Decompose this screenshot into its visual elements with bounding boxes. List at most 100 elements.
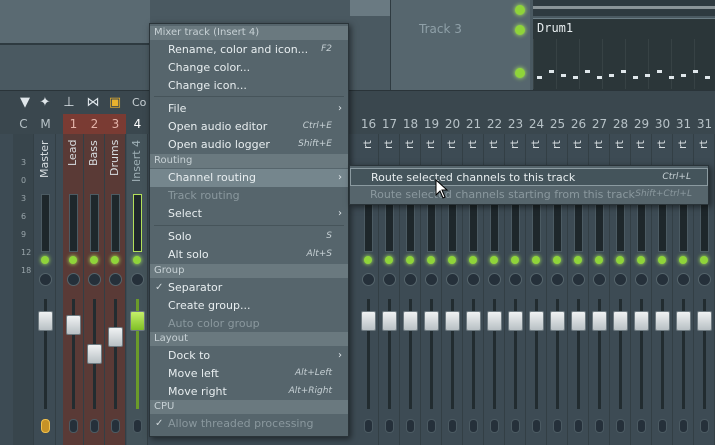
- channel-header-28[interactable]: 29: [631, 117, 652, 131]
- send-switch[interactable]: [90, 419, 99, 433]
- level-meter: [90, 194, 99, 252]
- menu-item-solo[interactable]: Solo S: [150, 228, 348, 246]
- channel-header-24[interactable]: 25: [547, 117, 568, 131]
- menu-item-select[interactable]: Select ›: [150, 205, 348, 223]
- chevron-right-icon: ›: [338, 208, 342, 219]
- pattern-clip-top[interactable]: [533, 0, 715, 16]
- pan-knob[interactable]: [88, 273, 101, 286]
- channel-header-19[interactable]: 20: [442, 117, 463, 131]
- mixer-strip-lead[interactable]: Lead: [63, 134, 84, 445]
- channel-routing-submenu: Route selected channels to this track Ctr…: [349, 165, 709, 205]
- mute-led[interactable]: [41, 256, 49, 264]
- submenu-item-route-selected[interactable]: Route selected channels to this track Ctr…: [350, 168, 708, 186]
- menu-item-dock-to[interactable]: Dock to ›: [150, 347, 348, 365]
- pan-knob[interactable]: [109, 273, 122, 286]
- menu-section-cpu: CPU: [150, 400, 348, 414]
- channel-header-26[interactable]: 27: [589, 117, 610, 131]
- channel-header-29[interactable]: 30: [652, 117, 673, 131]
- channel-header-22[interactable]: 23: [505, 117, 526, 131]
- mute-led[interactable]: [69, 256, 77, 264]
- menu-section-layout: Layout: [150, 332, 348, 346]
- strip-label-master: Master: [38, 140, 51, 178]
- volume-fader[interactable]: [38, 311, 53, 331]
- mixer-channel-header: C M 1 2 3 4 16 17 18 19 20 21 22 23 24 2…: [0, 114, 715, 134]
- menu-section-group: Group: [150, 264, 348, 278]
- mixer-toolbar: ▼ ✦ ⊥ ⋈ ▣ Co: [0, 90, 715, 114]
- send-switch[interactable]: [111, 419, 120, 433]
- menu-separator: [154, 96, 344, 97]
- check-icon: ✓: [155, 282, 164, 293]
- playlist-track-3[interactable]: Track 3: [390, 0, 530, 90]
- channel-header-1[interactable]: 1: [63, 114, 84, 134]
- send-switch[interactable]: [41, 419, 50, 433]
- send-switch[interactable]: [69, 419, 78, 433]
- menu-item-change-color[interactable]: Change color...: [150, 59, 348, 77]
- mixer-strip-master[interactable]: Master: [35, 134, 56, 445]
- channel-header-31[interactable]: 31: [694, 117, 715, 131]
- strip-label-bass: Bass: [87, 140, 100, 166]
- channel-header-15[interactable]: 16: [358, 117, 379, 131]
- channel-header-30[interactable]: 31: [673, 117, 694, 131]
- toolbar-text: Co: [132, 96, 147, 109]
- channel-header-4[interactable]: 4: [127, 117, 148, 131]
- playlist-panel: [0, 0, 150, 45]
- check-icon: ✓: [155, 418, 164, 429]
- mixer-strip-bass[interactable]: Bass: [84, 134, 105, 445]
- channel-header-c[interactable]: C: [13, 117, 34, 131]
- mute-led[interactable]: [133, 256, 141, 264]
- menu-separator: [154, 225, 344, 226]
- channel-header-m[interactable]: M: [35, 117, 56, 131]
- menu-item-file[interactable]: File ›: [150, 100, 348, 118]
- pattern-label: Drum1: [537, 21, 574, 35]
- pan-knob[interactable]: [39, 273, 52, 286]
- mute-led[interactable]: [90, 256, 98, 264]
- volume-fader[interactable]: [108, 327, 123, 347]
- channel-header-3[interactable]: 3: [105, 114, 126, 134]
- channel-header-27[interactable]: 28: [610, 117, 631, 131]
- menu-item-track-routing: Track routing: [168, 189, 240, 202]
- pattern-clip-drum1[interactable]: Drum1: [533, 18, 715, 90]
- menu-item-separator[interactable]: ✓ Separator: [150, 279, 348, 297]
- menu-item-allow-threaded-processing: ✓ Allow threaded processing: [155, 417, 314, 430]
- layout-icon[interactable]: ▣: [108, 96, 122, 110]
- menu-item-rename[interactable]: Rename, color and icon... F2: [150, 41, 348, 59]
- channel-header-16[interactable]: 17: [379, 117, 400, 131]
- level-meter: [111, 194, 120, 252]
- channel-header-2[interactable]: 2: [84, 114, 105, 134]
- channel-header-21[interactable]: 22: [484, 117, 505, 131]
- mute-led[interactable]: [111, 256, 119, 264]
- mixer-strip-insert-4[interactable]: Insert 4: [127, 134, 148, 445]
- bird-icon[interactable]: ✦: [38, 96, 52, 110]
- track-led-icon[interactable]: [515, 25, 525, 35]
- pan-knob[interactable]: [131, 273, 144, 286]
- volume-fader[interactable]: [130, 311, 145, 331]
- menu-item-move-right[interactable]: Move right Alt+Right: [150, 383, 348, 401]
- menu-item-channel-routing[interactable]: Channel routing ›: [150, 169, 348, 187]
- pan-knob[interactable]: [67, 273, 80, 286]
- channel-header-25[interactable]: 26: [568, 117, 589, 131]
- strip-label-insert-4: Insert 4: [130, 140, 143, 183]
- menu-item-change-icon[interactable]: Change icon...: [150, 77, 348, 95]
- menu-item-open-audio-logger[interactable]: Open audio logger Shift+E: [150, 136, 348, 154]
- channel-header-18[interactable]: 19: [421, 117, 442, 131]
- menu-item-alt-solo[interactable]: Alt solo Alt+S: [150, 246, 348, 264]
- antenna-icon[interactable]: ⊥: [62, 96, 76, 110]
- track-led-icon[interactable]: [515, 68, 525, 78]
- menu-item-move-left[interactable]: Move left Alt+Left: [150, 365, 348, 383]
- strip-label-lead: Lead: [66, 140, 79, 167]
- mixer-strip-drums[interactable]: Drums: [105, 134, 126, 445]
- channel-header-17[interactable]: 18: [400, 117, 421, 131]
- menu-item-create-group[interactable]: Create group...: [150, 297, 348, 315]
- playlist-panel-scroll[interactable]: [350, 0, 390, 16]
- channel-header-23[interactable]: 24: [526, 117, 547, 131]
- pattern-notes: [533, 39, 715, 89]
- down-arrow-icon[interactable]: ▼: [18, 96, 32, 110]
- chevron-right-icon: ›: [338, 172, 342, 183]
- volume-fader[interactable]: [87, 344, 102, 364]
- channel-header-20[interactable]: 21: [463, 117, 484, 131]
- send-switch[interactable]: [133, 419, 142, 433]
- menu-item-open-audio-editor[interactable]: Open audio editor Ctrl+E: [150, 118, 348, 136]
- volume-fader[interactable]: [66, 315, 81, 335]
- bowtie-icon[interactable]: ⋈: [86, 96, 100, 110]
- track-led-icon[interactable]: [515, 5, 525, 15]
